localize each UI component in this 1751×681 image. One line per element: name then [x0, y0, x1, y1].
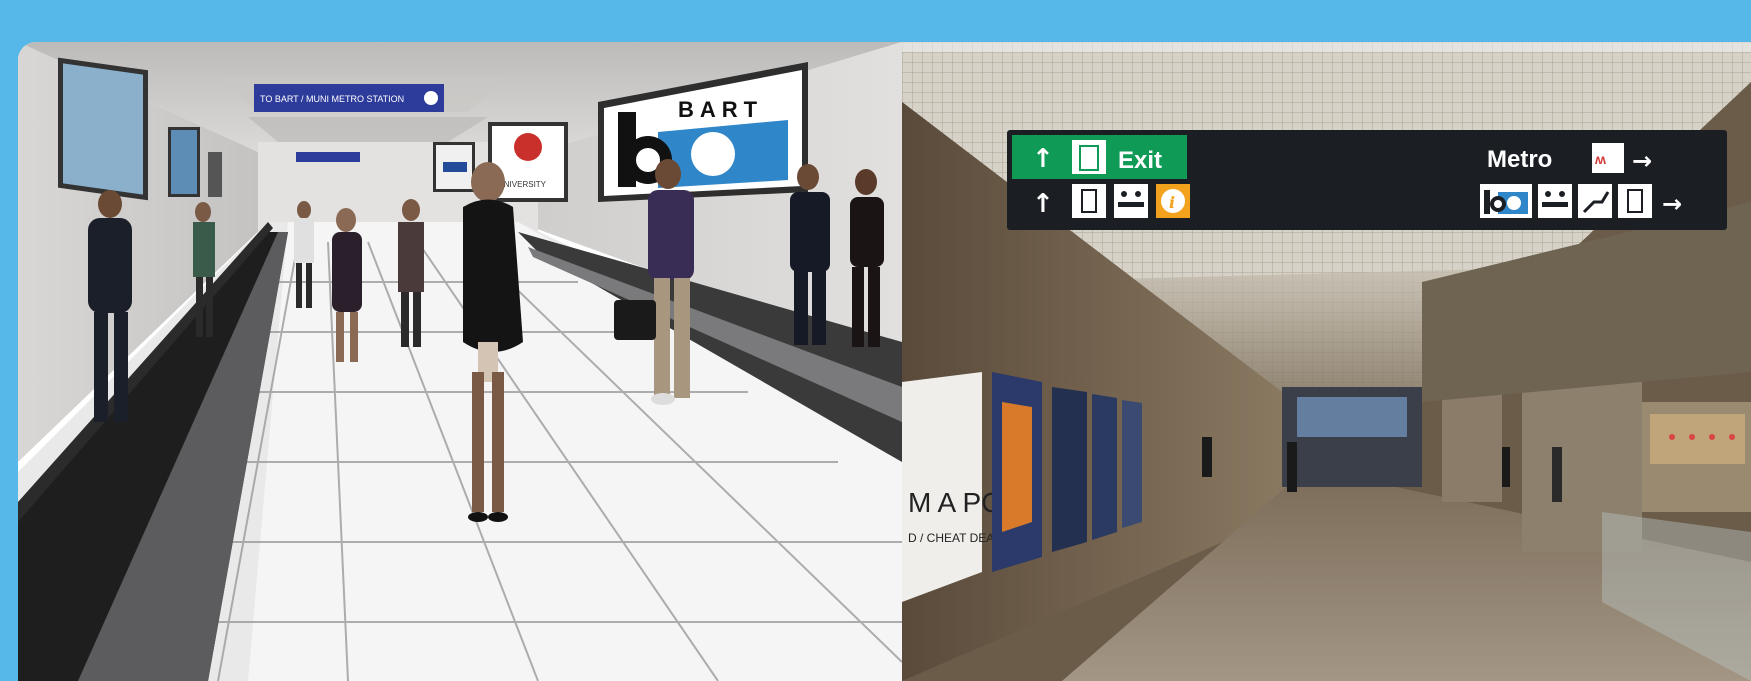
real-concourse-panel: M A PC D / CHEAT DEATH ↑ Exit ↑ i Metro … — [902, 42, 1751, 681]
right-arrow-icon: → — [1632, 147, 1652, 175]
rendered-concourse-panel: TO BART / MUNI METRO STATION UNIVERSITY … — [18, 42, 902, 681]
svg-text:ʍ: ʍ — [1594, 151, 1606, 167]
up-arrow-icon: ↑ — [1032, 144, 1054, 174]
ceiling-sign-text: TO BART / MUNI METRO STATION — [260, 94, 404, 104]
ticket-counter-icon — [1114, 184, 1148, 218]
up-arrow-icon: ↑ — [1032, 189, 1054, 219]
svg-text:i: i — [1169, 193, 1175, 212]
ticket-counter-icon — [1538, 184, 1572, 218]
metro-sign-text: Metro — [1487, 146, 1552, 173]
wayfinding-sign: ↑ Exit ↑ i Metro ʍ → → — [1007, 130, 1727, 230]
university-billboard-text: UNIVERSITY — [498, 180, 547, 189]
image-frame: TO BART / MUNI METRO STATION UNIVERSITY … — [18, 42, 1751, 681]
bart-billboard-text: BART — [678, 97, 763, 122]
poster-text-large: M A PC — [908, 487, 1001, 518]
exit-sign-text: Exit — [1118, 147, 1162, 174]
real-concourse-photo: M A PC D / CHEAT DEATH ↑ Exit ↑ i Metro … — [902, 42, 1751, 681]
rendered-concourse-illustration: TO BART / MUNI METRO STATION UNIVERSITY … — [18, 42, 902, 681]
right-arrow-icon: → — [1662, 190, 1682, 218]
